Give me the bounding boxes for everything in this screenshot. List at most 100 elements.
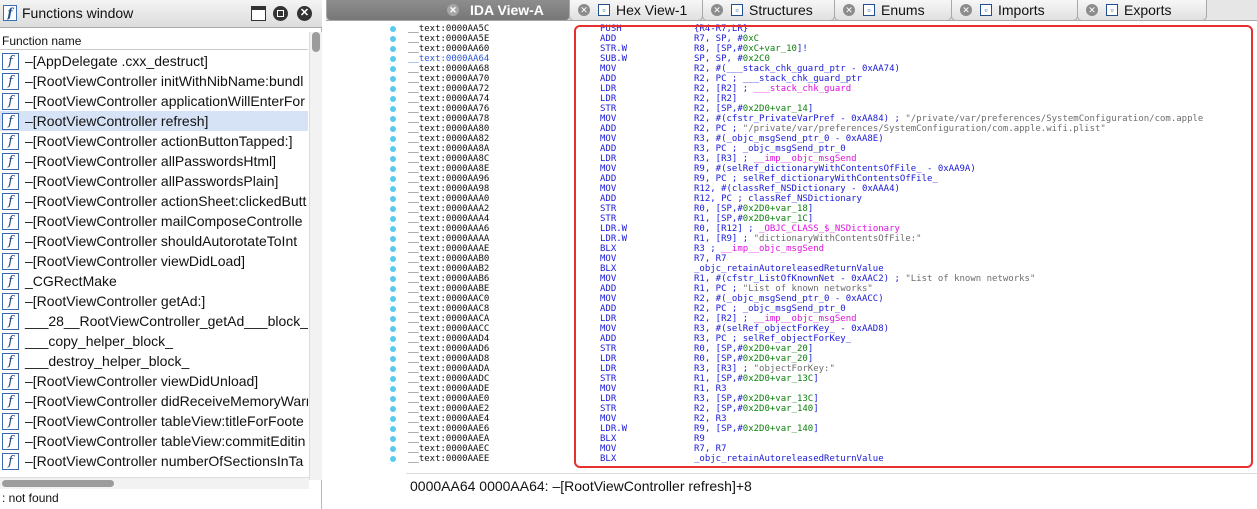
operand-segment: R2, #(cfstr_PrivateVarPref - 0xAA84) ;: [694, 114, 906, 124]
function-name: –[RootViewController actionSheet:clicked…: [25, 193, 307, 209]
functions-vertical-scrollbar[interactable]: [309, 32, 322, 480]
instruction-mnemonic: ADD: [600, 194, 617, 204]
instruction-operands: R0, [SP,#0x2D0+var_18]: [694, 204, 813, 214]
tab-structures[interactable]: ✕ ▫ Structures: [702, 0, 835, 21]
function-name: –[RootViewController numberOfSectionsInT…: [25, 453, 304, 469]
operand-segment: R9, [SP,#: [694, 424, 743, 434]
operand-segment: R3, [SP,#: [694, 394, 743, 404]
function-list-item[interactable]: f ___28__RootViewController_getAd___block…: [0, 311, 308, 331]
flow-dot-icon: [390, 136, 396, 142]
instruction-mnemonic: LDR: [600, 314, 617, 324]
flow-dot-icon: [390, 146, 396, 152]
tab-imports[interactable]: ✕ ▫ Imports: [951, 0, 1078, 21]
instruction-mnemonic: ADD: [600, 304, 617, 314]
close-tab-icon[interactable]: ✕: [578, 4, 590, 16]
instruction-mnemonic: STR: [600, 104, 617, 114]
close-tab-icon[interactable]: ✕: [447, 4, 459, 16]
function-icon: f: [2, 393, 19, 410]
scrollbar-thumb[interactable]: [2, 480, 114, 487]
close-tab-icon[interactable]: ✕: [711, 4, 723, 16]
instruction-operands: R7, R7: [694, 254, 727, 264]
imports-icon: ▫: [980, 4, 992, 16]
close-tab-icon[interactable]: ✕: [843, 4, 855, 16]
function-list-item[interactable]: f –[RootViewController viewDidUnload]: [0, 371, 308, 391]
function-name: ___destroy_helper_block_: [25, 353, 190, 369]
operand-segment: ]: [813, 374, 819, 384]
functions-horizontal-scrollbar[interactable]: [0, 477, 309, 489]
instruction-mnemonic: BLX: [600, 454, 617, 464]
function-list-item[interactable]: f –[AppDelegate .cxx_destruct]: [0, 51, 308, 71]
arrows-gutter: [326, 22, 406, 473]
function-icon: f: [2, 253, 19, 270]
instruction-address: __text:0000AADC: [408, 374, 490, 384]
function-list-item[interactable]: f –[RootViewController allPasswordsHtml]: [0, 151, 308, 171]
scrollbar-thumb[interactable]: [312, 32, 320, 52]
operand-segment: ]: [807, 354, 814, 364]
instruction-mnemonic: ADD: [600, 334, 617, 344]
function-list-item[interactable]: f –[RootViewController initWithNibName:bu…: [0, 71, 308, 91]
function-list-item[interactable]: f –[RootViewController didReceiveMemoryWa…: [0, 391, 308, 411]
function-list-item[interactable]: f ___destroy_helper_block_: [0, 351, 308, 371]
instruction-operands: R3, [R3] ; "objectForKey:": [694, 364, 835, 374]
tab-label: Enums: [881, 2, 925, 18]
instruction-address: __text:0000AAEA: [408, 434, 490, 444]
function-name: –[RootViewController tableView:commitEdi…: [25, 433, 306, 449]
tab-exports[interactable]: ✕ ▫ Exports: [1077, 0, 1207, 21]
function-list-item[interactable]: f –[RootViewController viewDidLoad]: [0, 251, 308, 271]
flow-dot-icon: [390, 356, 396, 362]
instruction-address: __text:0000AAA2: [408, 204, 490, 214]
close-tab-icon[interactable]: ✕: [960, 4, 972, 16]
function-icon: f: [2, 353, 19, 370]
operand-segment: ]: [807, 204, 814, 214]
operand-segment: R1, [SP,#: [694, 374, 743, 384]
function-list-item[interactable]: f –[RootViewController tableView:commitEd…: [0, 431, 308, 451]
function-icon: f: [2, 293, 19, 310]
function-list-item[interactable]: f ___copy_helper_block_: [0, 331, 308, 351]
operand-segment: 0x2D0+var_13C: [742, 374, 814, 384]
function-list-item[interactable]: f –[RootViewController mailComposeControl…: [0, 211, 308, 231]
instruction-mnemonic: STR.W: [600, 44, 628, 54]
function-list-item[interactable]: f –[RootViewController tableView:titleFor…: [0, 411, 308, 431]
instruction-mnemonic: SUB.W: [600, 54, 628, 64]
instruction-operands: R12, #(classRef_NSDictionary - 0xAAA4): [694, 184, 900, 194]
close-tab-icon[interactable]: ✕: [1086, 4, 1098, 16]
operand-segment: ]: [807, 104, 814, 114]
function-icon: f: [2, 333, 19, 350]
function-list-item[interactable]: f –[RootViewController getAd:]: [0, 291, 308, 311]
instruction-address: __text:0000AAB2: [408, 264, 490, 274]
flow-dot-icon: [390, 346, 396, 352]
operand-segment: "dictionaryWithContentsOfFile:": [753, 234, 922, 244]
function-name: –[RootViewController tableView:titleForF…: [25, 413, 304, 429]
disassembly-listing[interactable]: __text:0000AA5C PUSH {R4-R7,LR} __text:0000…: [406, 22, 1257, 473]
instruction-address: __text:0000AA74: [408, 94, 490, 104]
instruction-address: __text:0000AA80: [408, 124, 490, 134]
flow-dot-icon: [390, 386, 396, 392]
column-header-function-name[interactable]: Function name: [0, 32, 308, 50]
ida-view-a[interactable]: __text:0000AA5C PUSH {R4-R7,LR} __text:0000…: [326, 22, 1257, 473]
tab-enums[interactable]: ✕ ▫ Enums: [834, 0, 952, 21]
function-icon: f: [2, 133, 19, 150]
tab-ida-view-a[interactable]: ✕ IDA View-A: [326, 0, 570, 21]
function-list-item[interactable]: f _CGRectMake: [0, 271, 308, 291]
close-icon[interactable]: ✕: [297, 6, 312, 21]
flow-dot-icon: [390, 56, 396, 62]
function-list-item[interactable]: f –[RootViewController shouldAutorotateTo…: [0, 231, 308, 251]
function-list-item[interactable]: f –[RootViewController allPasswordsPlain]: [0, 171, 308, 191]
function-list-item[interactable]: f –[RootViewController applicationWillEnt…: [0, 91, 308, 111]
operand-segment: 0x2D0+var_140: [742, 424, 814, 434]
instruction-mnemonic: MOV: [600, 414, 617, 424]
function-list-item[interactable]: f –[RootViewController numberOfSectionsIn…: [0, 451, 308, 471]
instruction-operands: R2, #(_objc_msgSend_ptr_0 - 0xAACC): [694, 294, 884, 304]
restore-window-icon[interactable]: [273, 6, 288, 21]
function-name: –[RootViewController getAd:]: [25, 293, 206, 309]
function-list-item[interactable]: f –[RootViewController refresh]: [0, 111, 308, 131]
function-list-item[interactable]: f –[RootViewController actionButtonTapped…: [0, 131, 308, 151]
function-list-item[interactable]: f –[RootViewController actionSheet:clicke…: [0, 191, 308, 211]
operand-segment: 0x2D0+var_18: [742, 204, 808, 214]
instruction-mnemonic: MOV: [600, 254, 617, 264]
operand-segment: "/private/var/preferences/SystemConfigur…: [905, 114, 1204, 124]
float-window-icon[interactable]: [251, 6, 266, 21]
tab-hex-view-1[interactable]: ✕ ▫ Hex View-1: [569, 0, 703, 21]
instruction-mnemonic: BLX: [600, 434, 617, 444]
functions-window-titlebar: f Functions window ✕: [0, 0, 322, 28]
